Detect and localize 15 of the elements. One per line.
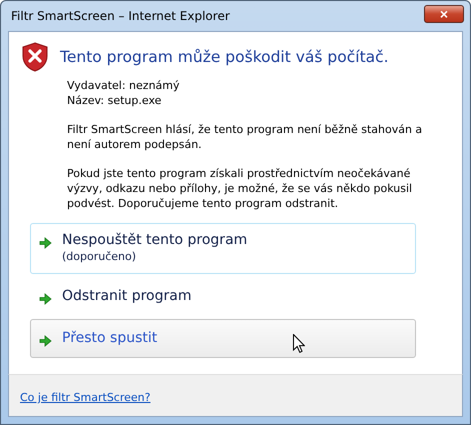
mouse-pointer-icon: [293, 334, 305, 353]
arrow-icon: [39, 335, 52, 347]
arrow-icon: [39, 237, 52, 249]
window-title: Filtr SmartScreen – Internet Explorer: [11, 9, 230, 23]
command-link[interactable]: Přesto spustit: [30, 319, 416, 358]
warning-paragraph: Filtr SmartScreen hlásí, že tento program není běžně stahován a není autorem podepsán.: [67, 122, 424, 152]
close-button[interactable]: ×: [424, 5, 464, 23]
help-link[interactable]: Co je filtr SmartScreen?: [20, 391, 150, 404]
command-link[interactable]: Nespouštět tento program (doporučeno): [30, 223, 416, 274]
warning-heading: Tento program může poškodit váš počítač.: [60, 48, 389, 66]
file-detail: Vydavatel: neznámý: [67, 78, 181, 93]
warning-paragraph: Pokud jste tento program získali prostřednictvím neočekávané výzvy, odkazu nebo přílohy, je možné, že se vás někdo pokusil podvést. Doporučujeme tento program odstranit.: [67, 166, 414, 211]
shield-error-icon: [22, 42, 48, 72]
arrow-icon: [39, 293, 52, 305]
file-detail: Název: setup.exe: [67, 93, 162, 108]
